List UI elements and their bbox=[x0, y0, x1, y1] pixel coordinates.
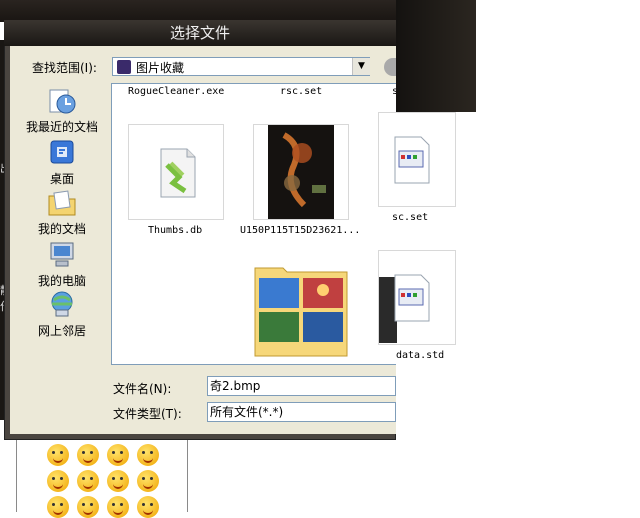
places-bar: 我最近的文档 桌面 我的文档 我的电脑 网上邻居 bbox=[20, 82, 104, 364]
place-desktop[interactable]: 桌面 bbox=[20, 138, 104, 187]
place-network[interactable]: 网上邻居 bbox=[20, 290, 104, 339]
file-list[interactable]: RogueCleaner.exe rsc.set s Thumbs.db U15… bbox=[111, 83, 396, 365]
file-name[interactable]: Thumbs.db bbox=[148, 225, 202, 236]
folder-thumbnail-icon bbox=[254, 267, 348, 357]
recent-documents-icon bbox=[49, 89, 76, 114]
emoticon-icon[interactable] bbox=[77, 470, 99, 492]
place-my-computer[interactable]: 我的电脑 bbox=[20, 240, 104, 289]
game-background-right bbox=[396, 0, 476, 112]
emoticon-icon[interactable] bbox=[107, 444, 129, 466]
filename-input[interactable]: 奇2.bmp bbox=[207, 376, 396, 396]
pictures-folder-icon bbox=[117, 60, 131, 74]
filetype-label: 文件类型(T): bbox=[113, 407, 182, 421]
desktop-icon bbox=[50, 140, 74, 164]
place-label: 网上邻居 bbox=[37, 324, 86, 338]
back-button[interactable] bbox=[384, 58, 396, 76]
place-label: 我的电脑 bbox=[37, 274, 86, 288]
file-thumbnail-spill[interactable] bbox=[378, 250, 456, 345]
image-thumbnail bbox=[268, 125, 334, 219]
settings-file-icon bbox=[379, 274, 430, 343]
emoticon-icon[interactable] bbox=[137, 470, 159, 492]
file-thumbnail-spill[interactable] bbox=[378, 112, 456, 207]
emoticon-icon[interactable] bbox=[137, 496, 159, 518]
file-name[interactable]: rsc.set bbox=[280, 86, 322, 97]
settings-file-icon bbox=[394, 136, 430, 184]
look-in-value: 图片收藏 bbox=[136, 61, 185, 75]
place-label: 我的文档 bbox=[37, 222, 86, 236]
place-my-documents[interactable]: 我的文档 bbox=[20, 188, 104, 237]
file-thumbnail-folder[interactable] bbox=[253, 264, 349, 358]
file-name[interactable]: data.std bbox=[396, 350, 444, 361]
network-places-icon bbox=[51, 291, 73, 317]
emoticon-icon[interactable] bbox=[77, 496, 99, 518]
chevron-down-icon[interactable]: ▼ bbox=[352, 58, 370, 75]
look-in-label: 查找范围(I): bbox=[32, 61, 97, 75]
emoticon-icon[interactable] bbox=[77, 444, 99, 466]
my-computer-icon bbox=[50, 242, 74, 267]
place-label: 我最近的文档 bbox=[25, 120, 98, 134]
file-thumbnail-image[interactable] bbox=[253, 124, 349, 220]
dialog-title: 选择文件 bbox=[4, 20, 396, 46]
db-file-icon bbox=[160, 148, 196, 198]
emoticon-panel bbox=[16, 440, 188, 518]
place-label: 桌面 bbox=[49, 172, 74, 186]
emoticon-icon[interactable] bbox=[137, 444, 159, 466]
file-name[interactable]: s bbox=[392, 86, 396, 97]
file-name[interactable]: sc.set bbox=[392, 212, 428, 223]
file-name[interactable]: U150P115T15D23621... bbox=[240, 225, 360, 236]
my-documents-icon bbox=[48, 190, 76, 216]
file-thumbnail-thumbs-db[interactable] bbox=[128, 124, 224, 220]
file-name[interactable]: RogueCleaner.exe bbox=[128, 86, 224, 97]
emoticon-icon[interactable] bbox=[107, 496, 129, 518]
emoticon-icon[interactable] bbox=[47, 444, 69, 466]
filetype-select[interactable]: 所有文件(*.*) bbox=[207, 402, 396, 422]
emoticon-icon[interactable] bbox=[107, 470, 129, 492]
emoticon-icon[interactable] bbox=[47, 470, 69, 492]
filename-label: 文件名(N): bbox=[113, 382, 172, 396]
place-recent[interactable]: 我最近的文档 bbox=[20, 86, 104, 135]
emoticon-icon[interactable] bbox=[47, 496, 69, 518]
